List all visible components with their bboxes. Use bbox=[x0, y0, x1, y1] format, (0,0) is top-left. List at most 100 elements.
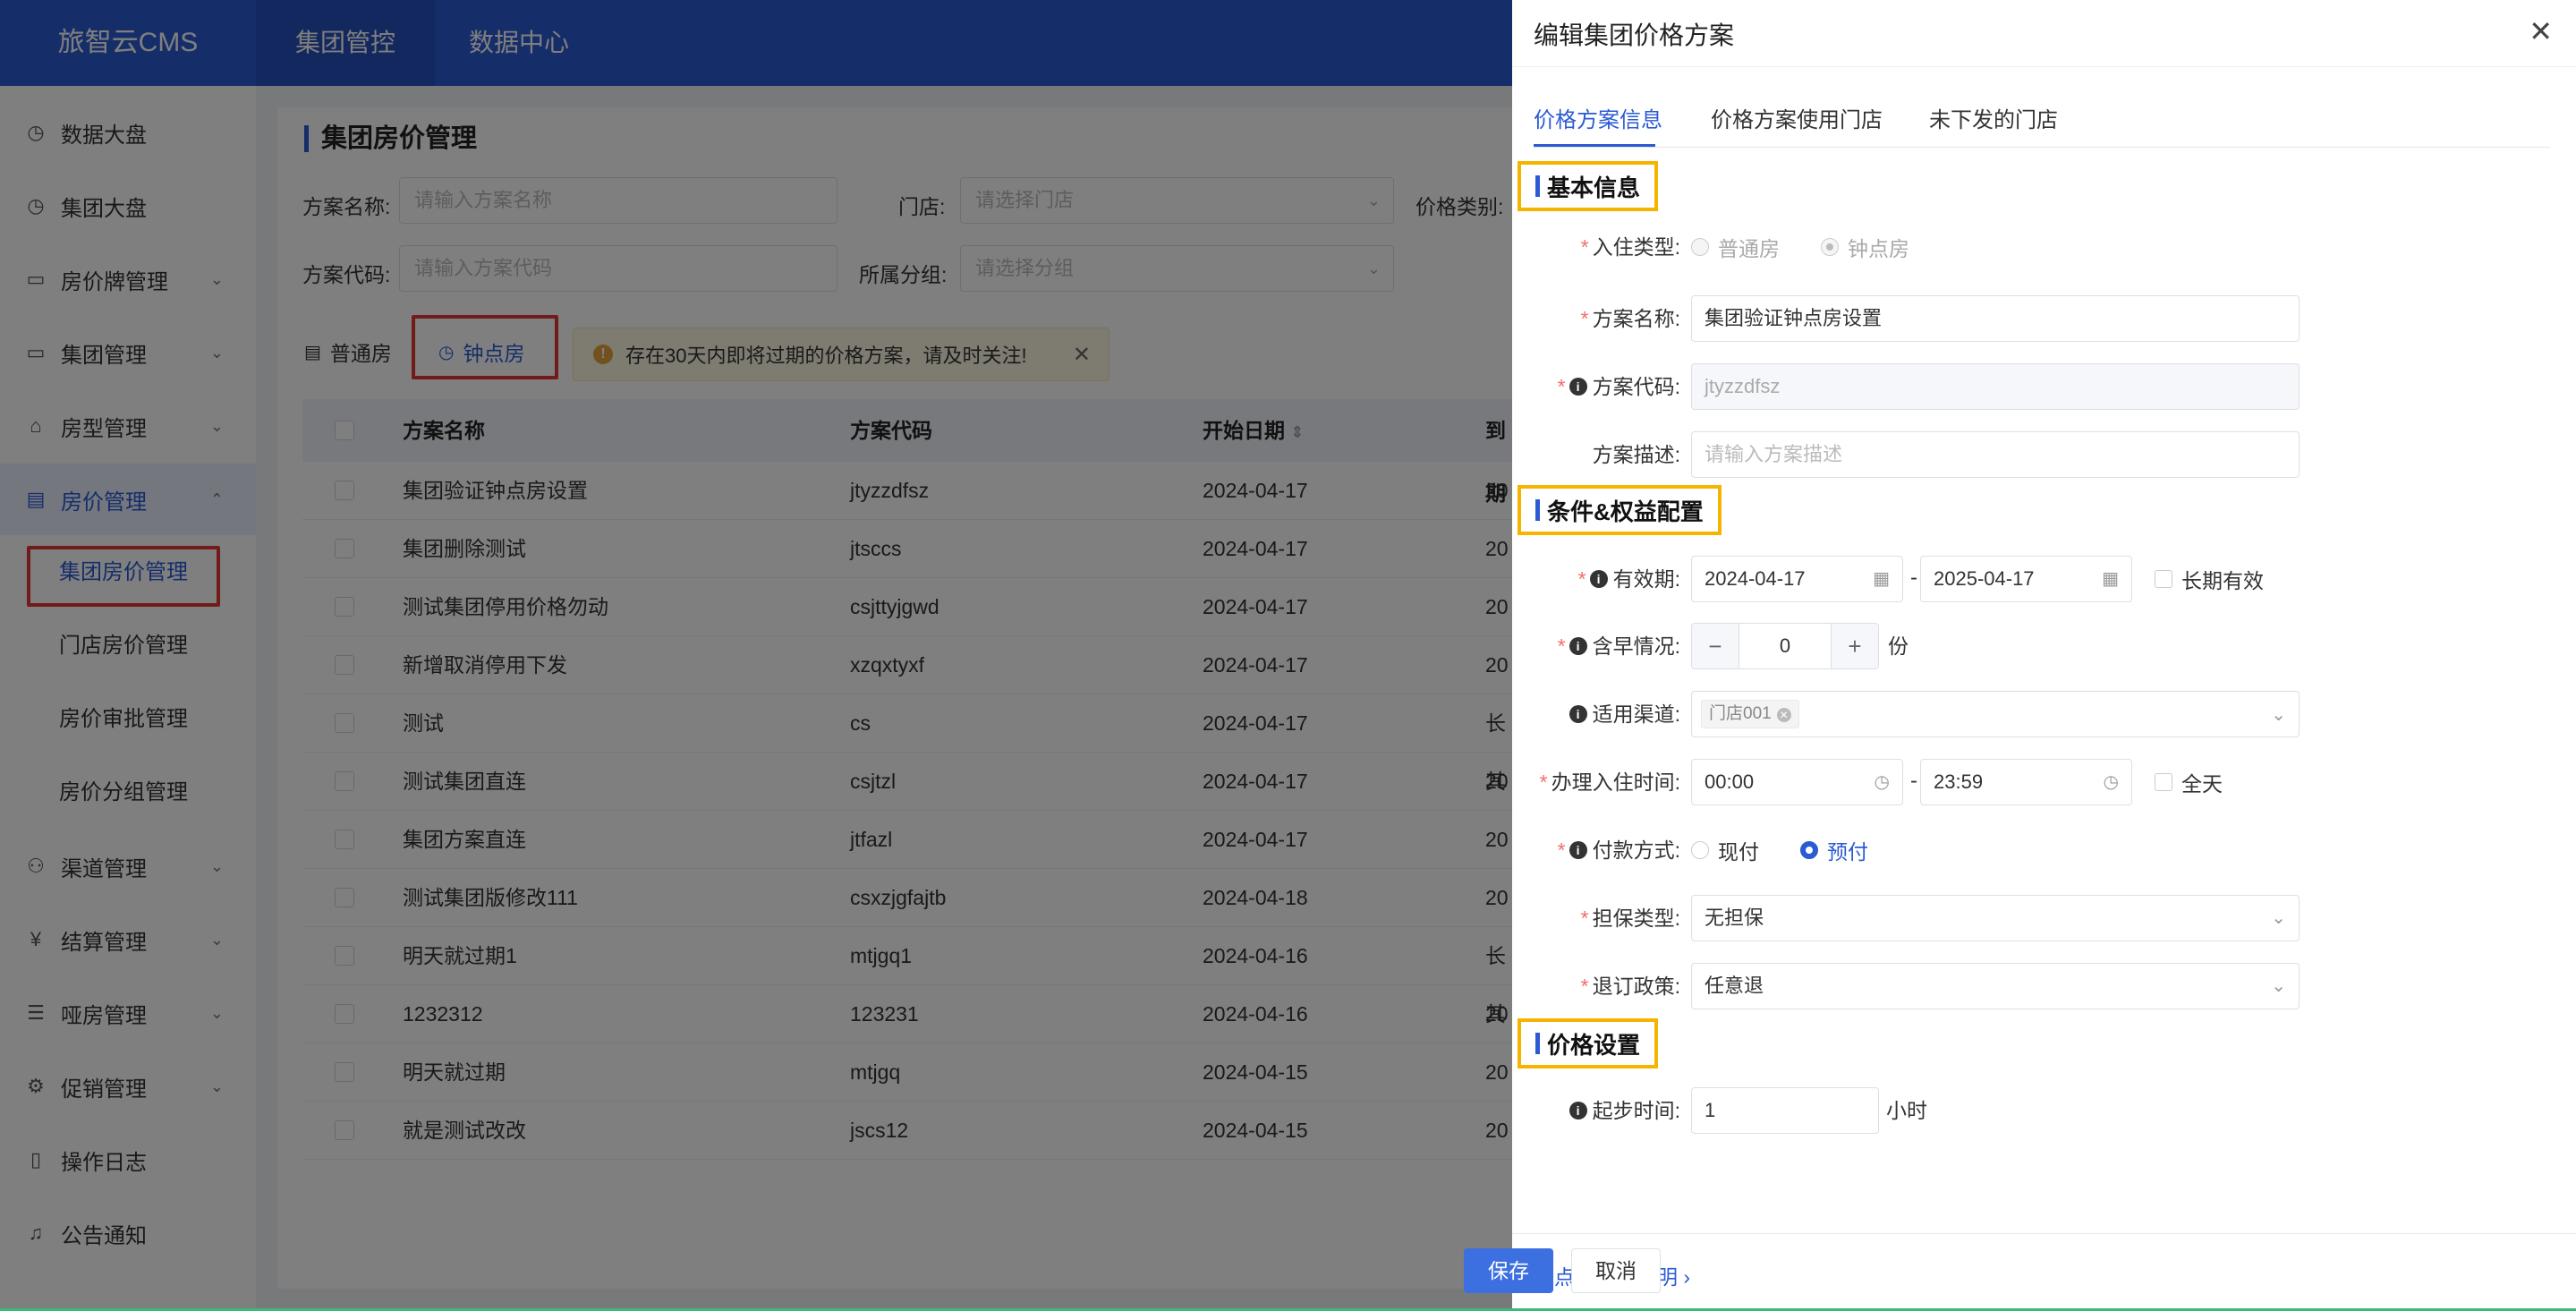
validity-start-date[interactable]: 2024-04-17 ▦ bbox=[1691, 556, 1903, 602]
guarantee-label: * 担保类型: bbox=[1512, 895, 1680, 941]
start-time-unit: 小时 bbox=[1886, 1099, 1927, 1122]
plan-code-input: jtyzzdfsz bbox=[1691, 363, 2300, 410]
time-value: 23:59 bbox=[1934, 770, 1984, 793]
radio-dot bbox=[1691, 841, 1709, 859]
tab-undistributed-stores[interactable]: 未下发的门店 bbox=[1929, 102, 2058, 133]
field-label: 退订政策: bbox=[1592, 975, 1680, 998]
section-marker bbox=[1535, 499, 1540, 521]
checkbox-box bbox=[2155, 773, 2172, 791]
calendar-icon: ▦ bbox=[1873, 569, 1890, 589]
required-marker: * bbox=[1557, 634, 1566, 658]
active-tab-indicator bbox=[1534, 144, 1655, 147]
field-label: 担保类型: bbox=[1592, 907, 1680, 930]
radio-hourly-room[interactable]: 钟点房 bbox=[1821, 224, 1909, 270]
field-label: 适用渠道: bbox=[1592, 702, 1680, 726]
time-value: 00:00 bbox=[1705, 770, 1755, 793]
required-marker: * bbox=[1580, 307, 1589, 330]
start-time-label: i 起步时间: bbox=[1512, 1087, 1680, 1134]
info-icon: i bbox=[1589, 570, 1608, 588]
radio-normal-room[interactable]: 普通房 bbox=[1691, 224, 1780, 270]
start-time-input[interactable]: 1 bbox=[1691, 1087, 1879, 1134]
refund-policy-select[interactable]: 任意退 ⌄ bbox=[1691, 963, 2300, 1009]
drawer-title: 编辑集团价格方案 bbox=[1534, 21, 1735, 49]
save-button[interactable]: 保存 bbox=[1464, 1248, 1553, 1293]
required-marker: * bbox=[1557, 375, 1566, 398]
radio-label: 预付 bbox=[1827, 840, 1868, 864]
section-marker bbox=[1535, 175, 1540, 197]
tab-divider bbox=[1534, 147, 2550, 148]
breakfast-unit: 份 bbox=[1888, 634, 1909, 658]
channel-select[interactable]: 门店001 ✕ ⌄ bbox=[1691, 691, 2300, 737]
info-icon: i bbox=[1569, 705, 1587, 723]
payment-label: * i 付款方式: bbox=[1512, 827, 1680, 873]
radio-label: 普通房 bbox=[1718, 237, 1780, 260]
all-day-checkbox[interactable]: 全天 bbox=[2155, 759, 2223, 805]
plan-code-label: * i 方案代码: bbox=[1512, 363, 1680, 410]
modal-overlay[interactable] bbox=[0, 0, 1512, 1311]
channel-tag: 门店001 ✕ bbox=[1701, 700, 1799, 728]
checkbox-box bbox=[2155, 570, 2172, 588]
breakfast-value[interactable]: 0 bbox=[1739, 624, 1832, 668]
required-marker: * bbox=[1539, 770, 1548, 794]
info-icon: i bbox=[1569, 841, 1587, 859]
radio-label: 钟点房 bbox=[1848, 237, 1909, 260]
checkin-end-time[interactable]: 23:59 ◷ bbox=[1920, 759, 2132, 805]
tab-plan-stores[interactable]: 价格方案使用门店 bbox=[1711, 102, 1883, 133]
plan-name-input[interactable]: 集团验证钟点房设置 bbox=[1691, 295, 2300, 342]
info-icon: i bbox=[1569, 1102, 1587, 1119]
field-label: 含早情况: bbox=[1592, 634, 1680, 658]
long-term-checkbox[interactable]: 长期有效 bbox=[2155, 556, 2264, 602]
info-icon: i bbox=[1569, 637, 1587, 655]
required-marker: * bbox=[1580, 907, 1589, 930]
field-label: 办理入住时间: bbox=[1551, 770, 1680, 794]
cancel-button[interactable]: 取消 bbox=[1571, 1248, 1661, 1293]
required-marker: * bbox=[1577, 567, 1586, 591]
checkin-start-time[interactable]: 00:00 ◷ bbox=[1691, 759, 1903, 805]
radio-pay-at-hotel[interactable]: 现付 bbox=[1691, 827, 1759, 873]
section-basic-info: 基本信息 bbox=[1518, 161, 1659, 211]
calendar-icon: ▦ bbox=[2102, 569, 2119, 589]
required-marker: * bbox=[1580, 975, 1589, 998]
field-label: 方案名称: bbox=[1592, 307, 1680, 330]
plan-desc-input[interactable]: 请输入方案描述 bbox=[1691, 431, 2300, 478]
date-value: 2025-04-17 bbox=[1934, 567, 2035, 590]
tab-plan-info[interactable]: 价格方案信息 bbox=[1534, 102, 1662, 133]
field-label: 有效期: bbox=[1612, 567, 1680, 591]
checkin-time-label: * 办理入住时间: bbox=[1512, 759, 1680, 805]
refund-policy-label: * 退订政策: bbox=[1512, 963, 1680, 1009]
validity-end-date[interactable]: 2025-04-17 ▦ bbox=[1920, 556, 2132, 602]
required-marker: * bbox=[1557, 839, 1566, 862]
close-icon[interactable]: ✕ bbox=[2529, 14, 2553, 48]
section-price-settings: 价格设置 bbox=[1518, 1018, 1659, 1068]
drawer-divider bbox=[1512, 66, 2576, 67]
select-value: 无担保 bbox=[1705, 907, 1764, 929]
field-label: 入住类型: bbox=[1592, 235, 1680, 259]
plan-name-label: * 方案名称: bbox=[1512, 295, 1680, 342]
breakfast-label: * i 含早情况: bbox=[1512, 623, 1680, 669]
date-value: 2024-04-17 bbox=[1705, 567, 1806, 590]
chevron-right-icon: › bbox=[1683, 1265, 1691, 1289]
tag-label: 门店001 bbox=[1709, 704, 1772, 723]
increment-button[interactable]: + bbox=[1832, 624, 1878, 668]
chevron-down-icon: ⌄ bbox=[2271, 908, 2286, 928]
radio-prepay[interactable]: 预付 bbox=[1800, 827, 1868, 873]
checkbox-label: 长期有效 bbox=[2181, 569, 2264, 592]
radio-dot bbox=[1691, 238, 1709, 256]
field-label: 方案代码: bbox=[1592, 375, 1680, 398]
validity-label: * i 有效期: bbox=[1512, 556, 1680, 602]
breakfast-stepper: − 0 + bbox=[1691, 623, 1879, 669]
required-marker: * bbox=[1580, 235, 1589, 259]
guarantee-select[interactable]: 无担保 ⌄ bbox=[1691, 895, 2300, 941]
decrement-button[interactable]: − bbox=[1692, 624, 1739, 668]
section-title: 价格设置 bbox=[1547, 1031, 1641, 1059]
info-icon: i bbox=[1569, 378, 1587, 396]
edit-price-plan-drawer: 编辑集团价格方案 ✕ 价格方案信息 价格方案使用门店 未下发的门店 基本信息 *… bbox=[1512, 0, 2576, 1311]
clock-icon: ◷ bbox=[1874, 772, 1890, 792]
radio-dot bbox=[1800, 841, 1818, 859]
field-label: 付款方式: bbox=[1592, 839, 1680, 862]
tag-close-icon[interactable]: ✕ bbox=[1776, 708, 1791, 722]
chevron-down-icon: ⌄ bbox=[2271, 976, 2286, 996]
plan-desc-label: 方案描述: bbox=[1592, 443, 1680, 466]
section-title: 条件&权益配置 bbox=[1547, 498, 1704, 525]
field-label: 起步时间: bbox=[1592, 1099, 1680, 1122]
